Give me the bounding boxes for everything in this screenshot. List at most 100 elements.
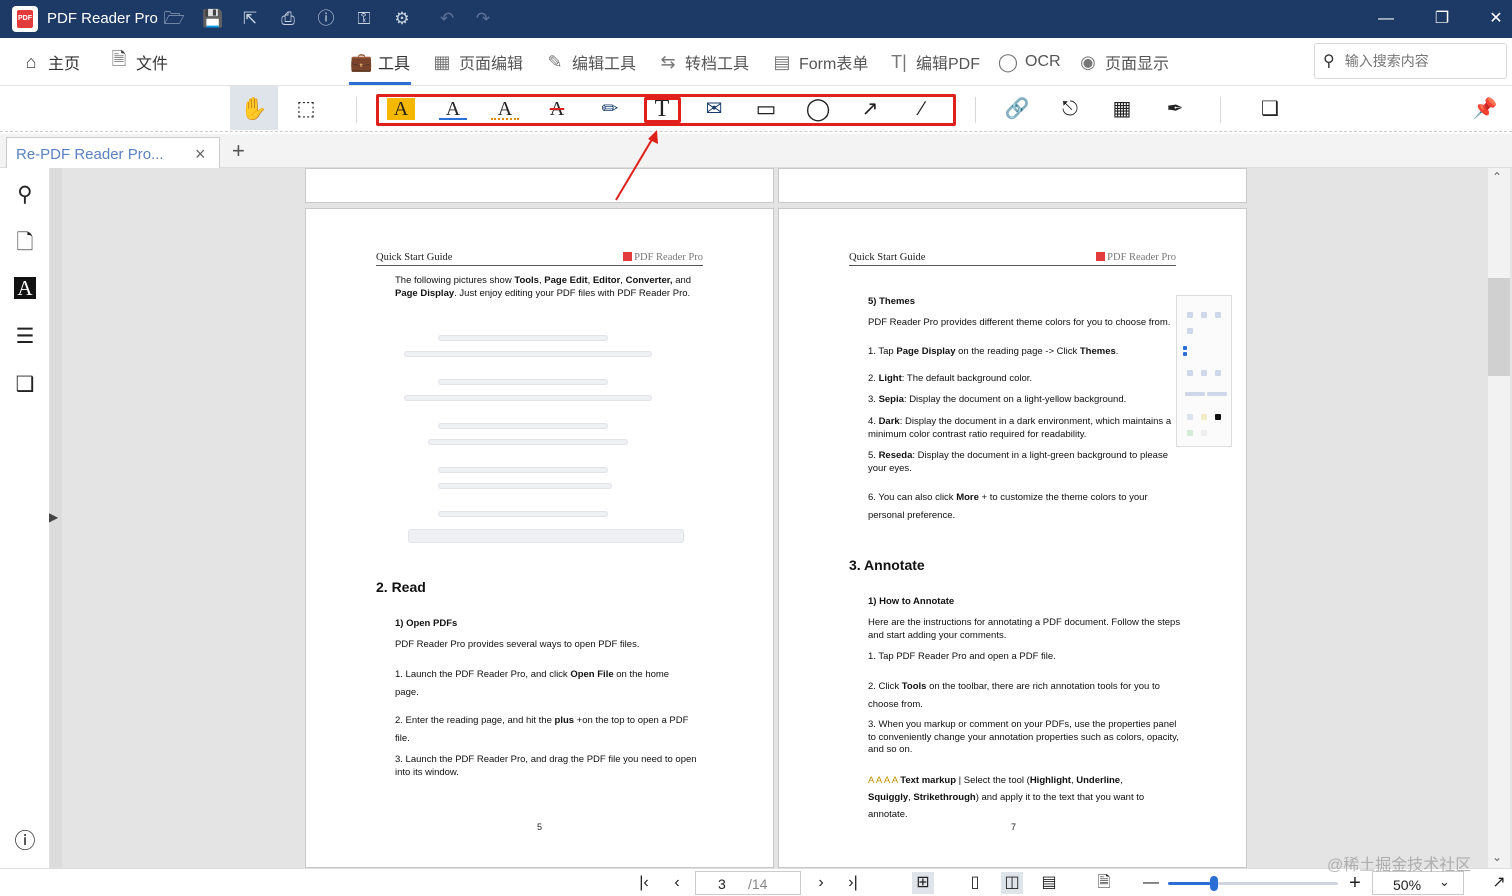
- toolbar-screenshots-figure: [404, 329, 688, 554]
- info-icon[interactable]: ⓘ: [12, 829, 38, 855]
- print-icon[interactable]: ⎙: [277, 8, 299, 30]
- key-icon[interactable]: ⚿: [353, 8, 375, 30]
- search-box[interactable]: ⚲: [1314, 43, 1507, 79]
- fit-width-icon[interactable]: ⊞: [912, 872, 934, 894]
- search-icon[interactable]: ⚲: [12, 182, 38, 208]
- next-page-icon[interactable]: ›: [810, 872, 832, 894]
- continuous-scroll-icon[interactable]: ▤: [1038, 872, 1060, 894]
- themes-step-3: 3. Sepia: Display the document on a ligh…: [868, 394, 1127, 405]
- file-icon: 🗎: [111, 49, 127, 69]
- help-icon[interactable]: ⓘ: [315, 8, 337, 30]
- redo-icon[interactable]: ↷: [472, 8, 494, 30]
- search-icon: ⚲: [1323, 53, 1335, 70]
- scroll-thumb[interactable]: [1488, 278, 1510, 376]
- undo-icon[interactable]: ↶: [436, 8, 458, 30]
- home-icon: ⌂: [25, 51, 37, 72]
- step-2: 2. Enter the reading page, and hit the p…: [395, 715, 689, 744]
- tab-ocr[interactable]: ◯ OCR: [997, 50, 1061, 74]
- annotation-list-icon[interactable]: A: [14, 277, 36, 299]
- annotate-step-2: 2. Click Tools on the toolbar, there are…: [868, 681, 1160, 710]
- zoom-out-icon[interactable]: —: [1140, 872, 1162, 894]
- signature-icon[interactable]: ✒: [1161, 96, 1189, 122]
- active-tab-indicator: [349, 82, 411, 85]
- tab-form[interactable]: ▤ Form表单: [771, 50, 868, 74]
- share-icon[interactable]: ⇱: [239, 8, 261, 30]
- step-1: 1. Launch the PDF Reader Pro, and click …: [395, 669, 670, 698]
- themes-step-1: 1. Tap Page Display on the reading page …: [868, 346, 1119, 357]
- toolbox-icon: 💼: [350, 51, 373, 72]
- open-pdfs-heading: 1) Open PDFs: [395, 618, 458, 629]
- text-tool-highlight-box: [644, 97, 681, 123]
- page-header: Quick Start Guide PDF Reader Pro: [376, 252, 703, 266]
- ocr-icon: ◯: [997, 51, 1019, 72]
- themes-step-4: 4. Dark: Display the document in a dark …: [868, 416, 1172, 440]
- close-icon[interactable]: ✕: [1485, 8, 1507, 30]
- thumbnail-icon[interactable]: 🗋: [12, 230, 38, 256]
- page-number-input[interactable]: 3 /14: [695, 871, 801, 895]
- scroll-down-icon[interactable]: ⌄: [1492, 850, 1502, 864]
- intro-paragraph: The following pictures show Tools, Page …: [395, 275, 692, 299]
- open-folder-icon[interactable]: 🗁: [163, 8, 185, 30]
- pin-icon[interactable]: 📌: [1471, 96, 1499, 122]
- settings-icon[interactable]: ⚙: [391, 8, 413, 30]
- page-export-icon[interactable]: 🗎: [1093, 872, 1115, 894]
- scroll-up-icon[interactable]: ⌃: [1492, 170, 1502, 184]
- zoom-slider[interactable]: [1168, 876, 1338, 891]
- pdf-page-7: Quick Start Guide PDF Reader Pro 5) Them…: [778, 208, 1247, 868]
- zoom-slider-handle[interactable]: [1209, 876, 1218, 891]
- two-page-icon[interactable]: ◫: [1001, 872, 1023, 894]
- edit-icon: ✎: [547, 51, 563, 72]
- open-desc: PDF Reader Pro provides several ways to …: [395, 639, 640, 650]
- bookmark-icon[interactable]: ❑: [12, 372, 38, 398]
- previous-page-icon[interactable]: ‹: [666, 872, 688, 894]
- page-grid-icon: ▦: [433, 51, 451, 72]
- previous-page-right: [778, 168, 1247, 203]
- tab-edit-tools[interactable]: ✎ 编辑工具: [544, 50, 636, 74]
- last-page-icon[interactable]: ›|: [842, 872, 864, 894]
- hand-icon[interactable]: ✋: [240, 96, 268, 122]
- bottom-bar: |‹ ‹ 3 /14 › ›| ⊞ ▯ ◫ ▤ 🗎 — + 50% ⌄ ↗: [0, 868, 1512, 896]
- add-tab-button[interactable]: +: [232, 138, 245, 164]
- document-tab[interactable]: Re-PDF Reader Pro... ×: [6, 137, 220, 169]
- toolbar-divider: [1220, 97, 1221, 123]
- how-to-annotate-heading: 1) How to Annotate: [868, 596, 955, 607]
- tab-edit-pdf[interactable]: T| 编辑PDF: [888, 50, 980, 74]
- expand-panel-icon[interactable]: ▶: [49, 510, 58, 524]
- home-button[interactable]: ⌂ 主页: [20, 50, 80, 74]
- themes-step-5: 5. Reseda: Display the document in a lig…: [868, 450, 1168, 474]
- document-tab-bar: Re-PDF Reader Pro... ×: [0, 134, 1512, 169]
- annotate-step-3: 3. When you markup or comment on your PD…: [868, 719, 1179, 755]
- file-button[interactable]: 🗎 文件: [108, 49, 168, 74]
- tab-tools[interactable]: 💼 工具: [350, 50, 410, 74]
- link-icon[interactable]: 🔗: [1003, 96, 1031, 122]
- app-title: PDF Reader Pro: [47, 10, 158, 27]
- fullscreen-icon[interactable]: ↗: [1488, 872, 1510, 894]
- themes-desc: PDF Reader Pro provides different theme …: [868, 317, 1171, 328]
- first-page-icon[interactable]: |‹: [633, 872, 655, 894]
- eye-icon: ◉: [1080, 51, 1096, 72]
- area-select-icon[interactable]: ⬚: [292, 96, 320, 122]
- watermark: @稀土掘金技术社区: [1327, 857, 1472, 874]
- tab-page-display[interactable]: ◉ 页面显示: [1077, 50, 1169, 74]
- tab-page-edit[interactable]: ▦ 页面编辑: [431, 50, 523, 74]
- outline-icon[interactable]: ☰: [12, 324, 38, 350]
- vertical-scrollbar[interactable]: ⌃ ⌄: [1488, 168, 1510, 868]
- themes-step-2: 2. Light: The default background color.: [868, 373, 1033, 384]
- stamp-icon[interactable]: ⎋: [1056, 96, 1084, 122]
- bookmark-icon[interactable]: ❑: [1256, 96, 1284, 122]
- text-markup-desc: A A A A Text markup | Select the tool (H…: [868, 775, 1145, 820]
- search-input[interactable]: [1344, 53, 1485, 69]
- minimize-icon[interactable]: —: [1375, 8, 1397, 30]
- how-desc: Here are the instructions for annotating…: [868, 617, 1181, 641]
- toolbar-divider: [975, 97, 976, 123]
- annotate-step-1: 1. Tap PDF Reader Pro and open a PDF fil…: [868, 651, 1056, 662]
- tab-convert[interactable]: ⇆ 转档工具: [657, 50, 749, 74]
- previous-page-left: [305, 168, 774, 203]
- close-tab-icon[interactable]: ×: [195, 144, 206, 165]
- single-page-icon[interactable]: ▯: [964, 872, 986, 894]
- red-pointer-arrow: [615, 130, 658, 201]
- save-icon[interactable]: 💾: [202, 8, 224, 30]
- restore-icon[interactable]: ❐: [1431, 8, 1453, 30]
- zoom-in-icon[interactable]: +: [1344, 872, 1366, 894]
- image-icon[interactable]: ▦: [1108, 96, 1136, 122]
